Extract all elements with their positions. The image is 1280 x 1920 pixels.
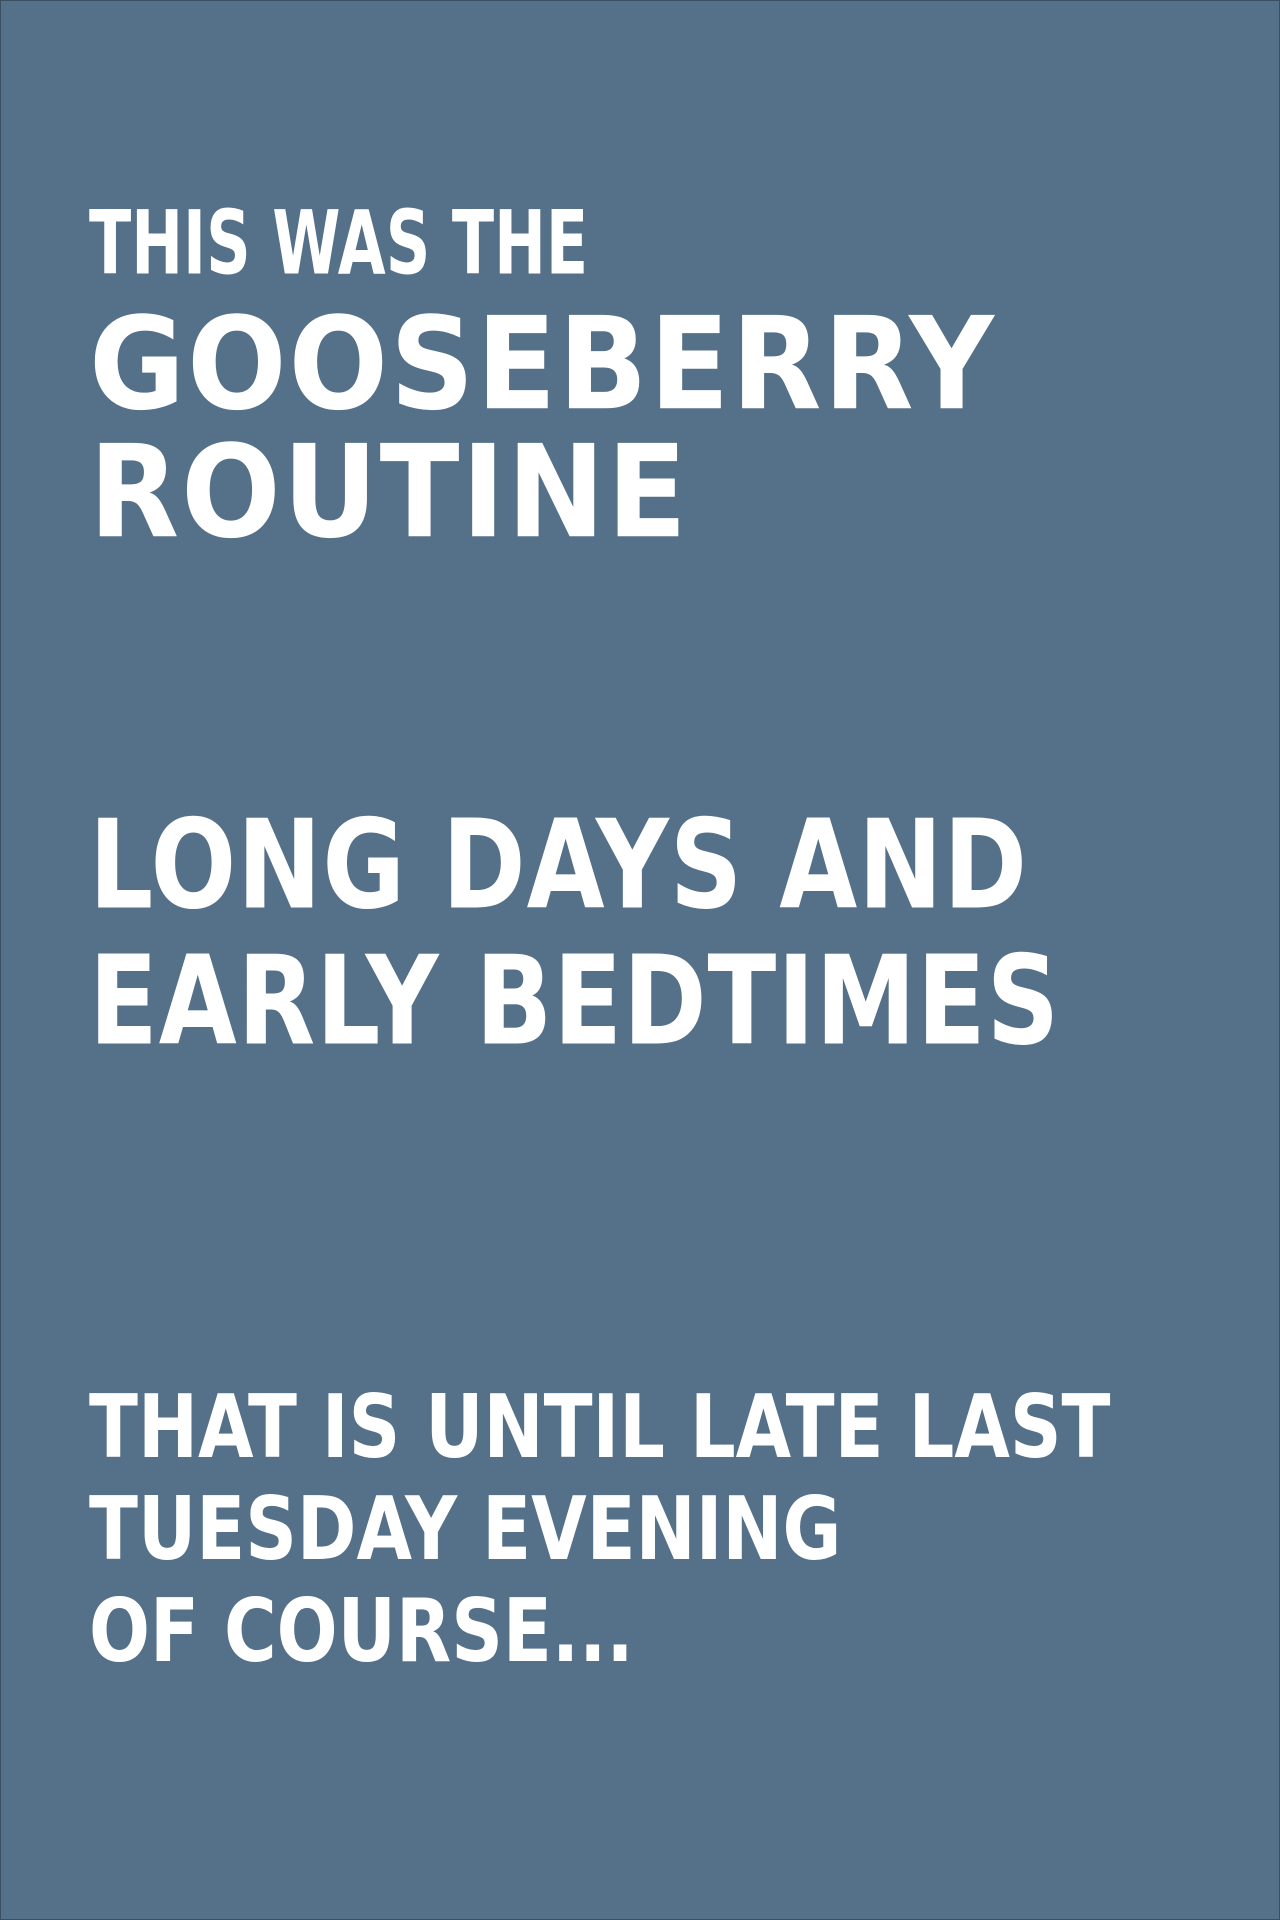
middle-line-2: EARLY BEDTIMES xyxy=(89,930,1061,1074)
ending-line-3: OF COURSE... xyxy=(89,1581,634,1683)
comic-panel: THIS WAS THE GOOSEBERRY ROUTINE LONG DAY… xyxy=(0,0,1280,1920)
ending-line-2: TUESDAY EVENING xyxy=(89,1479,842,1581)
title-line-2: ROUTINE xyxy=(89,417,689,567)
ending-line-1: THAT IS UNTIL LATE LAST xyxy=(89,1377,1111,1479)
intro-text-block: THIS WAS THE GOOSEBERRY ROUTINE xyxy=(89,191,1034,559)
middle-line-1: LONG DAYS AND xyxy=(89,794,1028,938)
middle-text-block: LONG DAYS AND EARLY BEDTIMES xyxy=(89,791,1168,1073)
intro-line: THIS WAS THE xyxy=(89,191,589,295)
title-line-1: GOOSEBERRY xyxy=(89,289,996,439)
ending-text-block: THAT IS UNTIL LATE LAST TUESDAY EVENING … xyxy=(89,1371,1199,1683)
